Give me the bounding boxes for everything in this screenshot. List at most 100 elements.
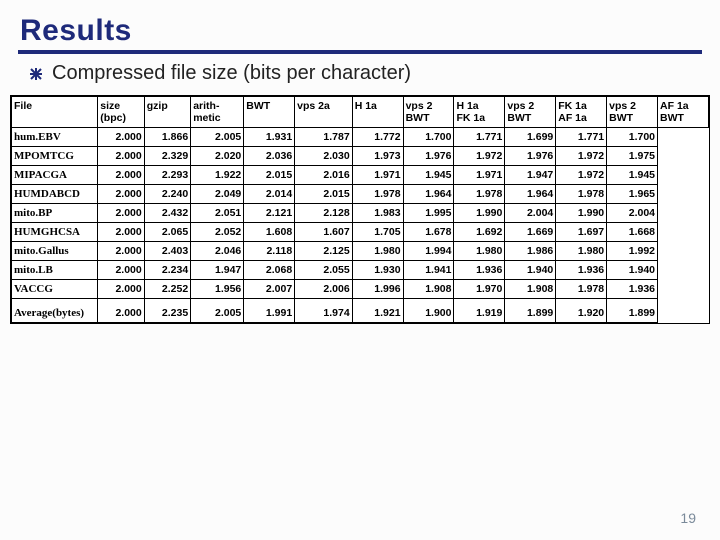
bullet-icon — [28, 66, 44, 82]
cell-value: 1.964 — [505, 185, 556, 204]
cell-value: 1.678 — [403, 223, 454, 242]
cell-value: 1.980 — [454, 242, 505, 261]
cell-value: 1.920 — [556, 299, 607, 323]
cell-value: 1.900 — [403, 299, 454, 323]
cell-value: 1.956 — [191, 280, 244, 299]
col-header: vps 2BWT — [403, 97, 454, 128]
cell-value: 2.125 — [295, 242, 353, 261]
page-number: 19 — [680, 510, 696, 526]
cell-value: 2.000 — [98, 185, 144, 204]
cell-value: 2.052 — [191, 223, 244, 242]
table-header-row: Filesize(bpc)gziparith-meticBWTvps 2aH 1… — [12, 97, 709, 128]
cell-value: 2.007 — [244, 280, 295, 299]
table-row: HUMDABCD2.0002.2402.0492.0142.0151.9781.… — [12, 185, 709, 204]
table-row: mito.Gallus2.0002.4032.0462.1182.1251.98… — [12, 242, 709, 261]
cell-value: 2.128 — [295, 204, 353, 223]
cell-value: 1.975 — [607, 147, 658, 166]
cell-value: 2.049 — [191, 185, 244, 204]
row-label: mito.LB — [12, 261, 98, 280]
cell-value: 1.983 — [352, 204, 403, 223]
cell-value: 1.964 — [403, 185, 454, 204]
cell-value: 1.970 — [454, 280, 505, 299]
cell-value: 1.936 — [556, 261, 607, 280]
cell-value: 1.972 — [556, 147, 607, 166]
cell-value: 1.976 — [505, 147, 556, 166]
cell-value: 1.936 — [607, 280, 658, 299]
cell-value: 2.020 — [191, 147, 244, 166]
col-header: vps 2BWT — [505, 97, 556, 128]
cell-value: 1.994 — [403, 242, 454, 261]
cell-value: 1.705 — [352, 223, 403, 242]
cell-value: 2.118 — [244, 242, 295, 261]
cell-value: 2.014 — [244, 185, 295, 204]
row-label: mito.BP — [12, 204, 98, 223]
cell-value: 1.607 — [295, 223, 353, 242]
cell-value: 2.240 — [144, 185, 190, 204]
cell-value: 1.787 — [295, 128, 353, 147]
cell-value: 1.700 — [403, 128, 454, 147]
col-header: FK 1aAF 1a — [556, 97, 607, 128]
cell-value: 1.700 — [607, 128, 658, 147]
cell-value: 1.772 — [352, 128, 403, 147]
cell-value: 2.000 — [98, 223, 144, 242]
table-row: MPOMTCG2.0002.3292.0202.0362.0301.9731.9… — [12, 147, 709, 166]
caption-text: Compressed file size (bits per character… — [52, 62, 411, 85]
cell-value: 1.931 — [244, 128, 295, 147]
cell-value: 2.015 — [244, 166, 295, 185]
cell-value: 1.978 — [352, 185, 403, 204]
cell-value: 1.945 — [403, 166, 454, 185]
cell-value: 2.006 — [295, 280, 353, 299]
cell-value: 1.919 — [454, 299, 505, 323]
cell-value: 1.771 — [556, 128, 607, 147]
cell-value: 2.065 — [144, 223, 190, 242]
cell-value: 1.974 — [295, 299, 353, 323]
cell-value: 1.990 — [454, 204, 505, 223]
cell-value: 1.971 — [352, 166, 403, 185]
cell-value: 2.403 — [144, 242, 190, 261]
cell-value: 2.004 — [607, 204, 658, 223]
col-header: vps 2BWT — [607, 97, 658, 128]
cell-value: 2.121 — [244, 204, 295, 223]
cell-value: 2.004 — [505, 204, 556, 223]
cell-value: 2.051 — [191, 204, 244, 223]
cell-value: 1.940 — [505, 261, 556, 280]
cell-value: 1.978 — [454, 185, 505, 204]
table-row: mito.LB2.0002.2341.9472.0682.0551.9301.9… — [12, 261, 709, 280]
cell-value: 2.235 — [144, 299, 190, 323]
cell-value: 2.000 — [98, 147, 144, 166]
cell-value: 2.000 — [98, 204, 144, 223]
row-label: HUMDABCD — [12, 185, 98, 204]
col-header: H 1a — [352, 97, 403, 128]
table-row: VACCG2.0002.2521.9562.0072.0061.9961.908… — [12, 280, 709, 299]
row-label: Average(bytes) — [12, 299, 98, 323]
cell-value: 2.293 — [144, 166, 190, 185]
cell-value: 1.945 — [607, 166, 658, 185]
cell-value: 2.000 — [98, 299, 144, 323]
cell-value: 1.699 — [505, 128, 556, 147]
cell-value: 1.669 — [505, 223, 556, 242]
cell-value: 2.329 — [144, 147, 190, 166]
cell-value: 1.976 — [403, 147, 454, 166]
title-underline — [18, 50, 702, 54]
col-header: vps 2a — [295, 97, 353, 128]
col-header: BWT — [244, 97, 295, 128]
cell-value: 2.016 — [295, 166, 353, 185]
table-row: Average(bytes)2.0002.2352.0051.9911.9741… — [12, 299, 709, 323]
cell-value: 1.608 — [244, 223, 295, 242]
cell-value: 1.899 — [607, 299, 658, 323]
results-table: Filesize(bpc)gziparith-meticBWTvps 2aH 1… — [11, 96, 709, 323]
cell-value: 2.252 — [144, 280, 190, 299]
cell-value: 1.936 — [454, 261, 505, 280]
cell-value: 1.980 — [556, 242, 607, 261]
table-row: hum.EBV2.0001.8662.0051.9311.7871.7721.7… — [12, 128, 709, 147]
cell-value: 1.940 — [607, 261, 658, 280]
cell-value: 1.697 — [556, 223, 607, 242]
row-label: MIPACGA — [12, 166, 98, 185]
row-label: MPOMTCG — [12, 147, 98, 166]
cell-value: 1.990 — [556, 204, 607, 223]
row-label: VACCG — [12, 280, 98, 299]
cell-value: 2.234 — [144, 261, 190, 280]
cell-value: 1.908 — [403, 280, 454, 299]
results-table-wrap: Filesize(bpc)gziparith-meticBWTvps 2aH 1… — [10, 95, 710, 324]
cell-value: 1.941 — [403, 261, 454, 280]
